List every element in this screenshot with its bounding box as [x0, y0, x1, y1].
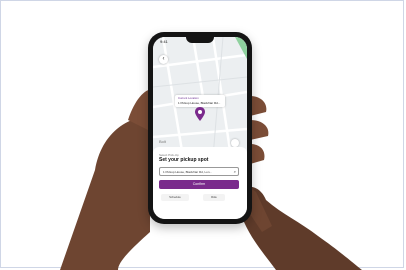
left-hand	[60, 116, 150, 270]
back-icon[interactable]: ‹	[159, 55, 168, 64]
search-icon[interactable]: ⌕	[234, 169, 236, 174]
pickup-pin-label: Current Location 1 Pickup House, Blackfr…	[175, 95, 225, 107]
status-time: 9:41	[160, 39, 168, 44]
sheet-title: Set your pickup spot	[159, 157, 209, 163]
map-logo: Bolt	[159, 139, 166, 144]
confirm-button[interactable]: Confirm	[159, 180, 239, 189]
phone-screen: 9:41 ‹ Current Location 1 Pickup House, …	[153, 37, 247, 219]
pickup-address-field[interactable]: 1 Pickup House, Blackfriar Rd, Lon... ⌕	[159, 167, 239, 176]
photo-scene: 9:41 ‹ Current Location 1 Pickup House, …	[0, 0, 406, 270]
pin-label-line1: Current Location	[178, 96, 199, 100]
smartphone: 9:41 ‹ Current Location 1 Pickup House, …	[148, 32, 252, 224]
locate-me-icon[interactable]	[231, 139, 239, 147]
phone-notch	[186, 37, 214, 43]
schedule-chip[interactable]: Schedule	[161, 194, 189, 201]
right-fingers	[250, 96, 269, 164]
location-pin-icon[interactable]	[195, 107, 205, 121]
pin-label-line2: 1 Pickup House, Blackfriar Rd...	[178, 101, 221, 105]
ride-chip[interactable]: Ride	[203, 194, 225, 201]
pickup-address-value: 1 Pickup House, Blackfriar Rd, Lon...	[163, 170, 213, 174]
pickup-sheet: Select Pick-Up Set your pickup spot 1 Pi…	[153, 147, 247, 219]
